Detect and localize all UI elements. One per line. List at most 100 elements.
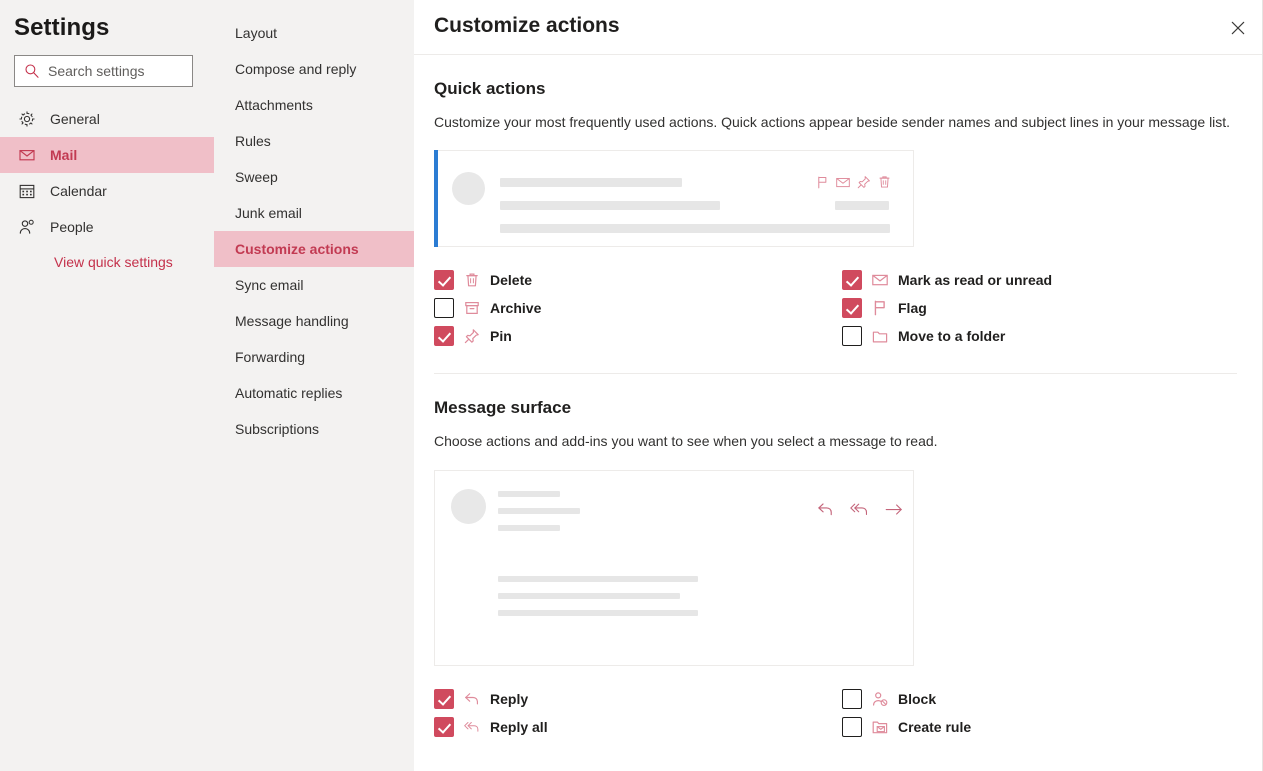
subnav-item-forwarding[interactable]: Forwarding (214, 339, 414, 375)
subnav-item-label: Automatic replies (235, 385, 343, 401)
subnav-item-layout[interactable]: Layout (214, 15, 414, 51)
checkbox-move-to-a-folder[interactable] (842, 326, 862, 346)
settings-nav-list: General Mail Calendar People (0, 101, 214, 245)
checkbox-archive[interactable] (434, 298, 454, 318)
calendar-icon (19, 184, 35, 199)
subnav-item-subscriptions[interactable]: Subscriptions (214, 411, 414, 447)
view-quick-settings-link[interactable]: View quick settings (54, 254, 173, 270)
subnav-item-compose-and-reply[interactable]: Compose and reply (214, 51, 414, 87)
subnav-item-customize-actions[interactable]: Customize actions (214, 231, 414, 267)
message-surface-options: Reply Reply all Block Create rule (434, 686, 1244, 746)
reply-all-icon (850, 503, 868, 516)
option-archive[interactable]: Archive (434, 295, 541, 321)
option-label: Create rule (898, 719, 972, 735)
reply-icon (465, 693, 478, 705)
quick-actions-heading: Quick actions (434, 79, 546, 98)
envelope-icon (836, 177, 850, 187)
panel-title: Customize actions (434, 14, 620, 37)
subnav-item-automatic-replies[interactable]: Automatic replies (214, 375, 414, 411)
checkbox-create-rule[interactable] (842, 717, 862, 737)
panel-header: Customize actions (414, 0, 1262, 55)
forward-icon (885, 504, 902, 515)
option-block[interactable]: Block (842, 686, 936, 712)
page-title: Settings (14, 14, 110, 41)
checkbox-reply[interactable] (434, 689, 454, 709)
option-label: Reply all (490, 719, 548, 735)
checkbox-mark-as-read-or-unread[interactable] (842, 270, 862, 290)
quick-actions-preview-icons (816, 175, 891, 189)
subnav-item-attachments[interactable]: Attachments (214, 87, 414, 123)
sidebar-item-calendar[interactable]: Calendar (0, 173, 214, 209)
gear-icon (19, 111, 35, 127)
search-input[interactable] (48, 63, 178, 79)
option-label: Mark as read or unread (898, 272, 1053, 288)
close-button[interactable] (1224, 14, 1252, 42)
skeleton-subject-line (500, 201, 720, 210)
option-reply[interactable]: Reply (434, 686, 528, 712)
skeleton-sender-line (498, 491, 560, 497)
subnav-item-label: Attachments (235, 97, 313, 113)
sidebar-item-people[interactable]: People (0, 209, 214, 245)
skeleton-recipient-line (498, 525, 560, 531)
search-icon (25, 64, 39, 78)
option-label: Delete (490, 272, 533, 288)
option-reply-all[interactable]: Reply all (434, 714, 548, 740)
search-settings-box[interactable] (14, 55, 193, 87)
sidebar-item-label: General (50, 111, 100, 127)
quick-actions-preview-card (434, 150, 914, 247)
close-icon (1231, 21, 1245, 35)
option-label: Block (898, 691, 937, 707)
preview-accent-bar (434, 150, 438, 247)
option-flag[interactable]: Flag (842, 295, 927, 321)
message-surface-preview-icons (817, 502, 903, 517)
skeleton-timestamp (835, 201, 889, 210)
option-label: Flag (898, 300, 927, 316)
subnav-item-sync-email[interactable]: Sync email (214, 267, 414, 303)
flag-icon (818, 176, 827, 188)
subnav-item-label: Forwarding (235, 349, 306, 365)
sidebar-item-label: Mail (50, 147, 78, 163)
subnav-item-junk-email[interactable]: Junk email (214, 195, 414, 231)
skeleton-body-line (498, 576, 698, 582)
checkbox-flag[interactable] (842, 298, 862, 318)
option-create-rule[interactable]: Create rule (842, 714, 971, 740)
message-surface-preview-card (434, 470, 914, 666)
subnav-item-label: Junk email (235, 205, 302, 221)
avatar (451, 489, 486, 524)
option-label: Reply (490, 691, 529, 707)
checkbox-pin[interactable] (434, 326, 454, 346)
skeleton-body-line (498, 610, 698, 616)
subnav-item-sweep[interactable]: Sweep (214, 159, 414, 195)
checkbox-reply-all[interactable] (434, 717, 454, 737)
option-pin[interactable]: Pin (434, 323, 512, 349)
option-mark-as-read-or-unread[interactable]: Mark as read or unread (842, 267, 1052, 293)
subnav-item-label: Message handling (235, 313, 349, 329)
sidebar-item-general[interactable]: General (0, 101, 214, 137)
pin-icon (464, 329, 479, 344)
checkbox-delete[interactable] (434, 270, 454, 290)
skeleton-body-line (498, 593, 680, 599)
flag-icon (874, 300, 885, 316)
message-surface-heading: Message surface (434, 398, 572, 417)
subnav-item-label: Subscriptions (235, 421, 320, 437)
skeleton-sender-line (500, 178, 682, 187)
option-move-to-a-folder[interactable]: Move to a folder (842, 323, 1005, 349)
option-delete[interactable]: Delete (434, 267, 532, 293)
option-label: Move to a folder (898, 328, 1006, 344)
subnav-item-rules[interactable]: Rules (214, 123, 414, 159)
envelope-icon (19, 150, 35, 161)
mail-subnav: Layout Compose and reply Attachments Rul… (214, 0, 414, 771)
skeleton-preview-line (500, 224, 890, 233)
create-rule-icon (872, 721, 888, 734)
people-icon (19, 219, 34, 234)
quick-actions-description: Customize your most frequently used acti… (434, 114, 1231, 130)
subnav-item-label: Compose and reply (235, 61, 357, 77)
option-label: Archive (490, 300, 542, 316)
message-surface-description: Choose actions and add-ins you want to s… (434, 433, 938, 449)
folder-icon (872, 331, 888, 343)
sidebar-item-mail[interactable]: Mail (0, 137, 214, 173)
checkbox-block[interactable] (842, 689, 862, 709)
reply-all-icon (464, 722, 479, 732)
subnav-item-message-handling[interactable]: Message handling (214, 303, 414, 339)
panel-body: Quick actions Customize your most freque… (414, 55, 1262, 746)
